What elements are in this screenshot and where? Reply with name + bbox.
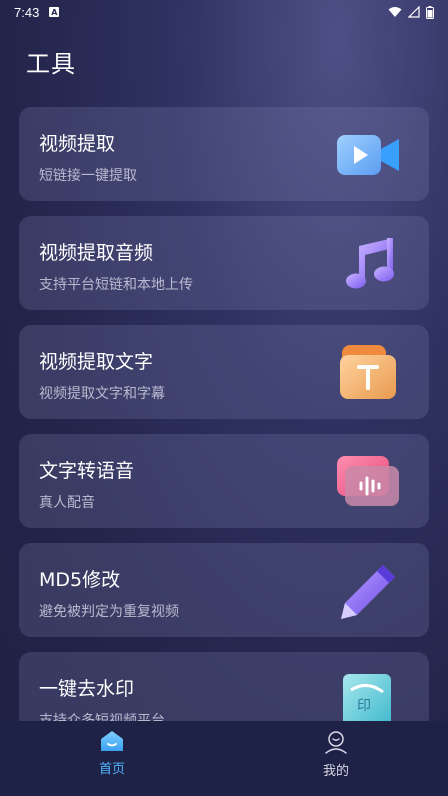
text-t-icon: [340, 345, 396, 399]
tool-subtitle: 支持众多短视频平台: [39, 713, 165, 721]
battery-icon: [426, 5, 434, 19]
tool-title: 一键去水印: [39, 678, 135, 700]
tool-card-text-to-speech[interactable]: 文字转语音 真人配音: [19, 434, 429, 528]
notification-a-icon: A: [49, 7, 60, 17]
user-icon: [325, 731, 347, 754]
tool-title: 文字转语音: [39, 460, 135, 482]
tool-title: 视频提取音频: [39, 242, 154, 264]
tool-card-audio-extract[interactable]: 视频提取音频 支持平台短链和本地上传: [19, 216, 429, 310]
home-icon: [101, 731, 123, 751]
tool-subtitle: 短链接一键提取: [39, 168, 137, 184]
tool-card-video-extract[interactable]: 视频提取 短链接一键提取: [19, 107, 429, 201]
status-time: 7:43: [14, 4, 40, 20]
tool-title: 视频提取文字: [39, 351, 154, 373]
nav-tab-mine[interactable]: 我的: [224, 721, 448, 796]
tool-list[interactable]: 视频提取 短链接一键提取 视频提取音频 支持平台短链和本地上传 视频提取文字 视…: [19, 107, 429, 721]
bottom-nav: 首页 我的: [0, 721, 448, 796]
video-camera-icon: [337, 135, 399, 175]
svg-text:印: 印: [357, 698, 371, 714]
tool-title: 视频提取: [39, 133, 116, 155]
tool-subtitle: 视频提取文字和字幕: [39, 386, 165, 402]
nav-mine-label: 我的: [322, 764, 349, 779]
tool-title: MD5修改: [39, 569, 121, 591]
tool-subtitle: 支持平台短链和本地上传: [39, 277, 193, 293]
page-title: 工具: [26, 50, 76, 78]
wifi-icon: [388, 7, 402, 17]
tool-card-md5-modify[interactable]: MD5修改 避免被判定为重复视频: [19, 543, 429, 637]
pen-icon: [341, 565, 395, 619]
tool-subtitle: 真人配音: [39, 495, 95, 511]
nav-tab-home[interactable]: 首页: [0, 721, 224, 796]
music-note-icon: [346, 238, 394, 289]
signal-icon: [408, 6, 420, 18]
sound-wave-icon: [337, 456, 399, 506]
tool-subtitle: 避免被判定为重复视频: [39, 604, 179, 620]
status-bar: 7:43 A: [0, 0, 448, 24]
nav-home-label: 首页: [98, 762, 125, 777]
stamp-icon: 印: [343, 674, 391, 721]
status-indicators: [388, 5, 434, 19]
tool-card-remove-watermark[interactable]: 一键去水印 支持众多短视频平台 印: [19, 652, 429, 721]
tool-card-text-extract[interactable]: 视频提取文字 视频提取文字和字幕: [19, 325, 429, 419]
